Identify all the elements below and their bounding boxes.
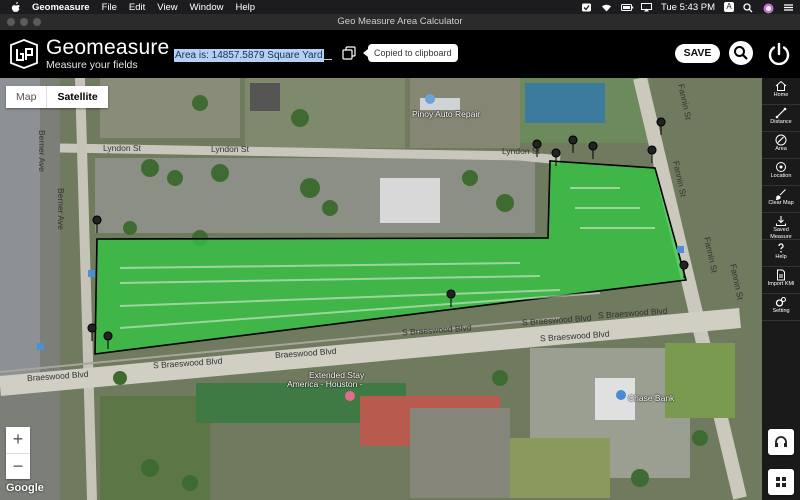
tool-home[interactable]: Home (762, 78, 800, 105)
area-icon (775, 134, 787, 146)
home-icon (775, 80, 787, 91)
copied-toast: Copied to clipboard (363, 44, 458, 62)
street-label: Berner Ave (56, 188, 66, 230)
zoom-out-button[interactable]: − (6, 454, 30, 480)
input-source-icon[interactable]: A (724, 2, 734, 12)
map-type-toggle: Map Satellite (6, 86, 108, 108)
menu-help[interactable]: Help (235, 2, 255, 13)
user-avatar-icon[interactable] (763, 3, 774, 13)
window-titlebar: Geo Measure Area Calculator (0, 14, 800, 31)
search-icon[interactable] (743, 2, 754, 12)
location-icon (776, 162, 786, 172)
save-button[interactable]: SAVE (675, 44, 720, 63)
copy-icon[interactable] (342, 46, 356, 60)
brand-tagline: Measure your fields (46, 59, 138, 71)
zoom-window-button[interactable] (33, 18, 41, 26)
map-type-satellite-button[interactable]: Satellite (46, 86, 107, 108)
menu-window[interactable]: Window (190, 2, 224, 13)
tool-saved-measure[interactable]: Saved Measure (762, 213, 800, 240)
search-button[interactable] (729, 41, 753, 65)
ruler-icon (775, 107, 787, 119)
window-title: Geo Measure Area Calculator (337, 16, 463, 27)
control-center-icon[interactable] (783, 3, 794, 12)
apple-menu-icon[interactable] (10, 2, 20, 12)
file-icon (777, 269, 785, 281)
headset-support-button[interactable] (768, 429, 794, 455)
menu-edit[interactable]: Edit (129, 2, 145, 13)
area-result-text[interactable]: Area is: 14857.5879 Square Yard (174, 49, 324, 62)
area-result-field[interactable]: Area is: 14857.5879 Square Yard (174, 45, 332, 62)
brand-name: Geomeasure (46, 36, 170, 59)
satellite-imagery (0, 78, 762, 500)
map-view[interactable]: Lyndon St Lyndon St Lyndon St Berner Ave… (0, 78, 762, 500)
map-type-map-button[interactable]: Map (6, 86, 46, 108)
headset-icon (775, 436, 787, 447)
street-label: Berner Ave (37, 130, 47, 172)
street-label: Lyndon St (103, 143, 141, 153)
tool-distance[interactable]: Distance (762, 105, 800, 132)
street-label: Lyndon St (211, 144, 249, 154)
tool-help[interactable]: Help (762, 240, 800, 267)
cast-icon[interactable] (640, 2, 652, 12)
checkbox-status-icon[interactable] (581, 3, 592, 12)
tool-location[interactable]: Location (762, 159, 800, 186)
zoom-in-button[interactable]: + (6, 427, 30, 454)
macos-menu-bar: Geomeasure File Edit View Window Help Tu… (0, 0, 800, 14)
menu-file[interactable]: File (102, 2, 117, 13)
wifi-icon[interactable] (601, 3, 612, 12)
zoom-controls: + − (6, 427, 30, 479)
question-icon (778, 243, 784, 253)
power-icon[interactable] (766, 41, 792, 67)
tool-area[interactable]: Area (762, 132, 800, 159)
app-menu[interactable]: Geomeasure (32, 2, 90, 13)
tool-import-kml[interactable]: Import KMl (762, 267, 800, 294)
minimize-window-button[interactable] (20, 18, 28, 26)
tool-setting[interactable]: Setting (762, 294, 800, 321)
apps-grid-button[interactable] (768, 469, 794, 495)
tool-clear-map[interactable]: Clear Map (762, 186, 800, 213)
geomeasure-logo-icon (10, 39, 38, 69)
menu-view[interactable]: View (157, 2, 177, 13)
poi-label[interactable]: Pinoy Auto Repair (412, 109, 480, 119)
brush-icon (775, 189, 786, 200)
street-label: Lyndon St (502, 146, 540, 156)
close-window-button[interactable] (7, 18, 15, 26)
search-icon (734, 46, 748, 60)
poi-label[interactable]: Chase Bank (628, 393, 674, 403)
poi-label[interactable]: America - Houston - (287, 379, 363, 389)
google-attribution: Google (6, 482, 44, 494)
download-icon (775, 216, 787, 227)
gear-icon (775, 296, 787, 307)
clock[interactable]: Tue 5:43 PM (661, 2, 715, 13)
grid-icon (776, 477, 786, 487)
battery-icon[interactable] (620, 3, 634, 12)
